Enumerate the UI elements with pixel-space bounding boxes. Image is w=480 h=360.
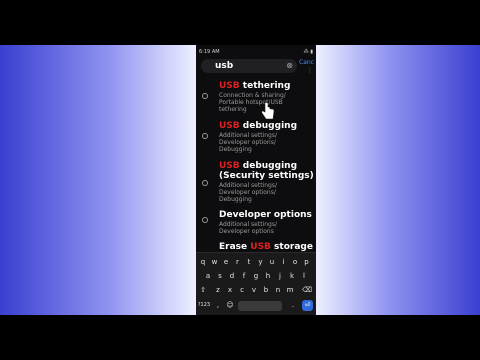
key-r[interactable]: r bbox=[233, 256, 243, 268]
keyboard-row-3: ⇧ z x c v b n m ⌫ bbox=[196, 284, 316, 298]
key-b[interactable]: b bbox=[261, 284, 271, 296]
key-c[interactable]: c bbox=[237, 284, 247, 296]
result-path: Additional settings/Developer options/De… bbox=[219, 182, 277, 203]
key-s[interactable]: s bbox=[215, 270, 225, 282]
key-w[interactable]: w bbox=[210, 256, 220, 268]
key-e[interactable]: e bbox=[221, 256, 231, 268]
search-field[interactable]: usb ⊗ bbox=[201, 59, 297, 73]
key-m[interactable]: m bbox=[285, 284, 295, 296]
shift-icon[interactable]: ⇧ bbox=[198, 284, 208, 296]
result-usb-debugging-security[interactable]: USB debugging (Security settings) Additio… bbox=[196, 159, 316, 207]
result-title: USB debugging (Security settings) bbox=[219, 161, 314, 181]
symbols-key[interactable]: ?123 bbox=[197, 299, 211, 311]
status-icons: ⁂ ▮ bbox=[303, 49, 313, 55]
background-right bbox=[316, 45, 480, 315]
letterbox-top bbox=[0, 0, 480, 45]
keyboard-row-1: q w e r t y u i o p bbox=[196, 256, 316, 270]
enter-icon[interactable]: ⏎ bbox=[302, 300, 313, 311]
key-x[interactable]: x bbox=[225, 284, 235, 296]
key-d[interactable]: d bbox=[227, 270, 237, 282]
settings-category-icon bbox=[202, 180, 208, 186]
key-z[interactable]: z bbox=[213, 284, 223, 296]
result-developer-options[interactable]: Developer options Additional settings/De… bbox=[196, 209, 316, 239]
key-n[interactable]: n bbox=[273, 284, 283, 296]
result-usb-debugging[interactable]: USB debugging Additional settings/Develo… bbox=[196, 119, 316, 157]
phone-screen: 6:19 AM ⁂ ▮ usb ⊗ Canc ⋮ USB tethering C… bbox=[196, 45, 316, 315]
status-time: 6:19 AM bbox=[199, 49, 220, 55]
settings-category-icon bbox=[202, 133, 208, 139]
key-period[interactable]: . bbox=[288, 299, 298, 311]
result-path: Additional settings/Developer options/De… bbox=[219, 132, 277, 153]
result-title: Erase USB storage bbox=[219, 242, 313, 252]
key-k[interactable]: k bbox=[287, 270, 297, 282]
key-comma[interactable]: , bbox=[213, 299, 223, 311]
key-q[interactable]: q bbox=[198, 256, 208, 268]
key-p[interactable]: p bbox=[302, 256, 312, 268]
search-query[interactable]: usb bbox=[215, 61, 233, 71]
emoji-icon[interactable]: ☺ bbox=[225, 299, 235, 311]
keyboard-row-4: ?123 , ☺ . ⏎ bbox=[196, 299, 316, 313]
backspace-icon[interactable]: ⌫ bbox=[302, 284, 312, 296]
key-h[interactable]: h bbox=[263, 270, 273, 282]
key-v[interactable]: v bbox=[249, 284, 259, 296]
key-j[interactable]: j bbox=[275, 270, 285, 282]
more-options-icon[interactable]: ⋮ bbox=[307, 67, 313, 74]
space-bar[interactable] bbox=[238, 301, 282, 311]
result-title: USB tethering bbox=[219, 81, 291, 91]
cancel-button[interactable]: Canc bbox=[299, 59, 314, 66]
result-path: Additional settings/Developer options bbox=[219, 221, 277, 235]
settings-category-icon bbox=[202, 217, 208, 223]
key-a[interactable]: a bbox=[203, 270, 213, 282]
key-g[interactable]: g bbox=[251, 270, 261, 282]
key-u[interactable]: u bbox=[267, 256, 277, 268]
result-title: Developer options bbox=[219, 210, 312, 220]
clear-icon[interactable]: ⊗ bbox=[286, 61, 293, 70]
key-i[interactable]: i bbox=[279, 256, 289, 268]
pointer-hand-icon bbox=[261, 102, 275, 120]
key-t[interactable]: t bbox=[244, 256, 254, 268]
letterbox-bottom bbox=[0, 315, 480, 360]
result-title: USB debugging bbox=[219, 121, 298, 131]
key-f[interactable]: f bbox=[239, 270, 249, 282]
keyboard-row-2: a s d f g h j k l bbox=[196, 270, 316, 284]
key-y[interactable]: y bbox=[256, 256, 266, 268]
key-o[interactable]: o bbox=[290, 256, 300, 268]
settings-category-icon bbox=[202, 93, 208, 99]
result-usb-tethering[interactable]: USB tethering Connection & sharing/Porta… bbox=[196, 79, 316, 117]
on-screen-keyboard: q w e r t y u i o p a s d f g h j k l ⇧ … bbox=[196, 252, 316, 315]
background-left bbox=[0, 45, 196, 315]
status-bar: 6:19 AM ⁂ ▮ bbox=[196, 47, 316, 57]
key-l[interactable]: l bbox=[299, 270, 309, 282]
